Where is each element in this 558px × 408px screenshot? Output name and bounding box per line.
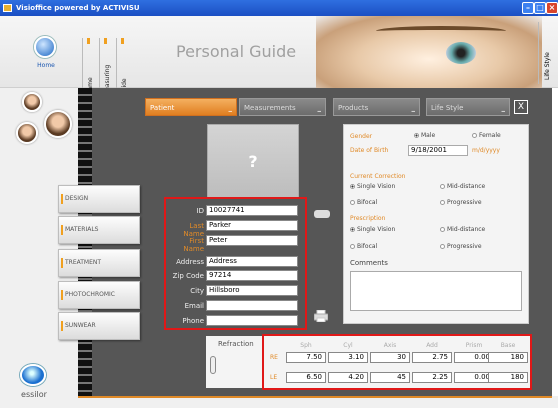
- header-axis: Axis: [383, 342, 397, 349]
- sidebar: essilor: [0, 88, 78, 408]
- gender-female-radio[interactable]: Female: [472, 132, 501, 139]
- dob-label: Date of Birth: [350, 147, 389, 154]
- avatar[interactable]: [16, 122, 38, 144]
- le-cyl-field[interactable]: 4.20: [328, 372, 368, 383]
- prescription-label: Prescription: [350, 215, 386, 222]
- cc-mid-distance-radio[interactable]: Mid-distance: [440, 183, 485, 190]
- re-add-field[interactable]: 2.75: [412, 352, 452, 363]
- tab-patient[interactable]: Patient _: [145, 98, 237, 116]
- comments-field[interactable]: [350, 271, 522, 311]
- header-add: Add: [426, 342, 438, 349]
- home-label: Home: [37, 62, 55, 69]
- category-design[interactable]: DESIGN: [58, 185, 140, 213]
- category-treatment[interactable]: TREATMENT: [58, 249, 140, 277]
- maximize-button[interactable]: □: [534, 2, 546, 14]
- re-axis-field[interactable]: 30: [370, 352, 410, 363]
- rx-progressive-radio[interactable]: Progressive: [440, 243, 482, 250]
- re-cyl-field[interactable]: 3.10: [328, 352, 368, 363]
- re-sph-field[interactable]: 7.50: [286, 352, 326, 363]
- eyebrow-shape: [376, 26, 506, 36]
- avatar[interactable]: [22, 92, 42, 112]
- dob-format-hint: m/d/yyyy: [472, 147, 500, 154]
- rx-mid-distance-radio[interactable]: Mid-distance: [440, 226, 485, 233]
- tab-life-style-panel[interactable]: Life Style _: [426, 98, 510, 116]
- transfer-arrow-icon[interactable]: [314, 210, 330, 218]
- tab-products[interactable]: Products _: [333, 98, 420, 116]
- window-title: Visioffice powered by ACTIVISU: [16, 4, 140, 12]
- category-materials[interactable]: MATERIALS: [58, 216, 140, 244]
- page-title: Personal Guide: [176, 42, 297, 61]
- header: Home Frame Measuring Guide Personal Guid…: [0, 16, 558, 100]
- header-sph: Sph: [300, 342, 312, 349]
- refraction-table: Sph Cyl Axis Add Prism Base RE 7.50 3.10…: [262, 334, 532, 390]
- gender-label: Gender: [350, 133, 373, 140]
- le-sph-field[interactable]: 6.50: [286, 372, 326, 383]
- le-axis-field[interactable]: 45: [370, 372, 410, 383]
- le-base-field[interactable]: 180: [488, 372, 528, 383]
- home-icon: [34, 36, 56, 58]
- le-add-field[interactable]: 2.25: [412, 372, 452, 383]
- tab-minimize-icon[interactable]: _: [318, 99, 322, 117]
- brand-logo: essilor: [4, 364, 68, 404]
- row-le-label: LE: [270, 374, 278, 381]
- rx-single-vision-radio[interactable]: Single Vision: [350, 226, 395, 233]
- essilor-logo-icon: [20, 364, 46, 386]
- header-base: Base: [500, 342, 516, 349]
- tab-life-style[interactable]: Life Style: [538, 22, 554, 84]
- rx-bifocal-radio[interactable]: Bifocal: [350, 243, 377, 250]
- category-photochromic[interactable]: PHOTOCHROMIC: [58, 281, 140, 309]
- cc-single-vision-radio[interactable]: Single Vision: [350, 183, 395, 190]
- tab-measurements[interactable]: Measurements _: [239, 98, 326, 116]
- header-cyl: Cyl: [343, 342, 353, 349]
- close-panel-button[interactable]: X: [514, 100, 528, 114]
- refraction-panel: Refraction: [206, 336, 266, 388]
- brand-name: essilor: [21, 390, 47, 399]
- home-button[interactable]: Home: [28, 36, 64, 86]
- avatar[interactable]: [44, 110, 72, 138]
- cc-progressive-radio[interactable]: Progressive: [440, 199, 482, 206]
- tab-minimize-icon[interactable]: _: [229, 99, 233, 117]
- title-bar: Visioffice powered by ACTIVISU – □ ×: [0, 0, 558, 16]
- patient-photo[interactable]: ?: [207, 124, 299, 198]
- accent-line: [78, 396, 552, 398]
- tab-minimize-icon[interactable]: _: [412, 99, 416, 117]
- row-re-label: RE: [270, 354, 278, 361]
- tab-minimize-icon[interactable]: _: [502, 99, 506, 117]
- print-icon[interactable]: [313, 309, 329, 323]
- current-correction-label: Current Correction: [350, 173, 406, 180]
- re-base-field[interactable]: 180: [488, 352, 528, 363]
- eye-icon: [446, 42, 476, 64]
- refraction-label: Refraction: [218, 340, 254, 348]
- category-sunwear[interactable]: SUNWEAR: [58, 312, 140, 340]
- app-icon: [3, 4, 12, 12]
- date-of-birth-field[interactable]: 9/18/2001: [408, 145, 468, 156]
- header-eye-image: [316, 16, 542, 88]
- patient-details-panel: Gender Male Female Date of Birth 9/18/20…: [343, 124, 529, 324]
- patient-highlight-box: [164, 197, 307, 330]
- gender-male-radio[interactable]: Male: [414, 132, 435, 139]
- refraction-slider[interactable]: [210, 356, 216, 374]
- cc-bifocal-radio[interactable]: Bifocal: [350, 199, 377, 206]
- comments-label: Comments: [350, 259, 388, 267]
- minimize-button[interactable]: –: [522, 2, 534, 14]
- close-window-button[interactable]: ×: [546, 2, 558, 14]
